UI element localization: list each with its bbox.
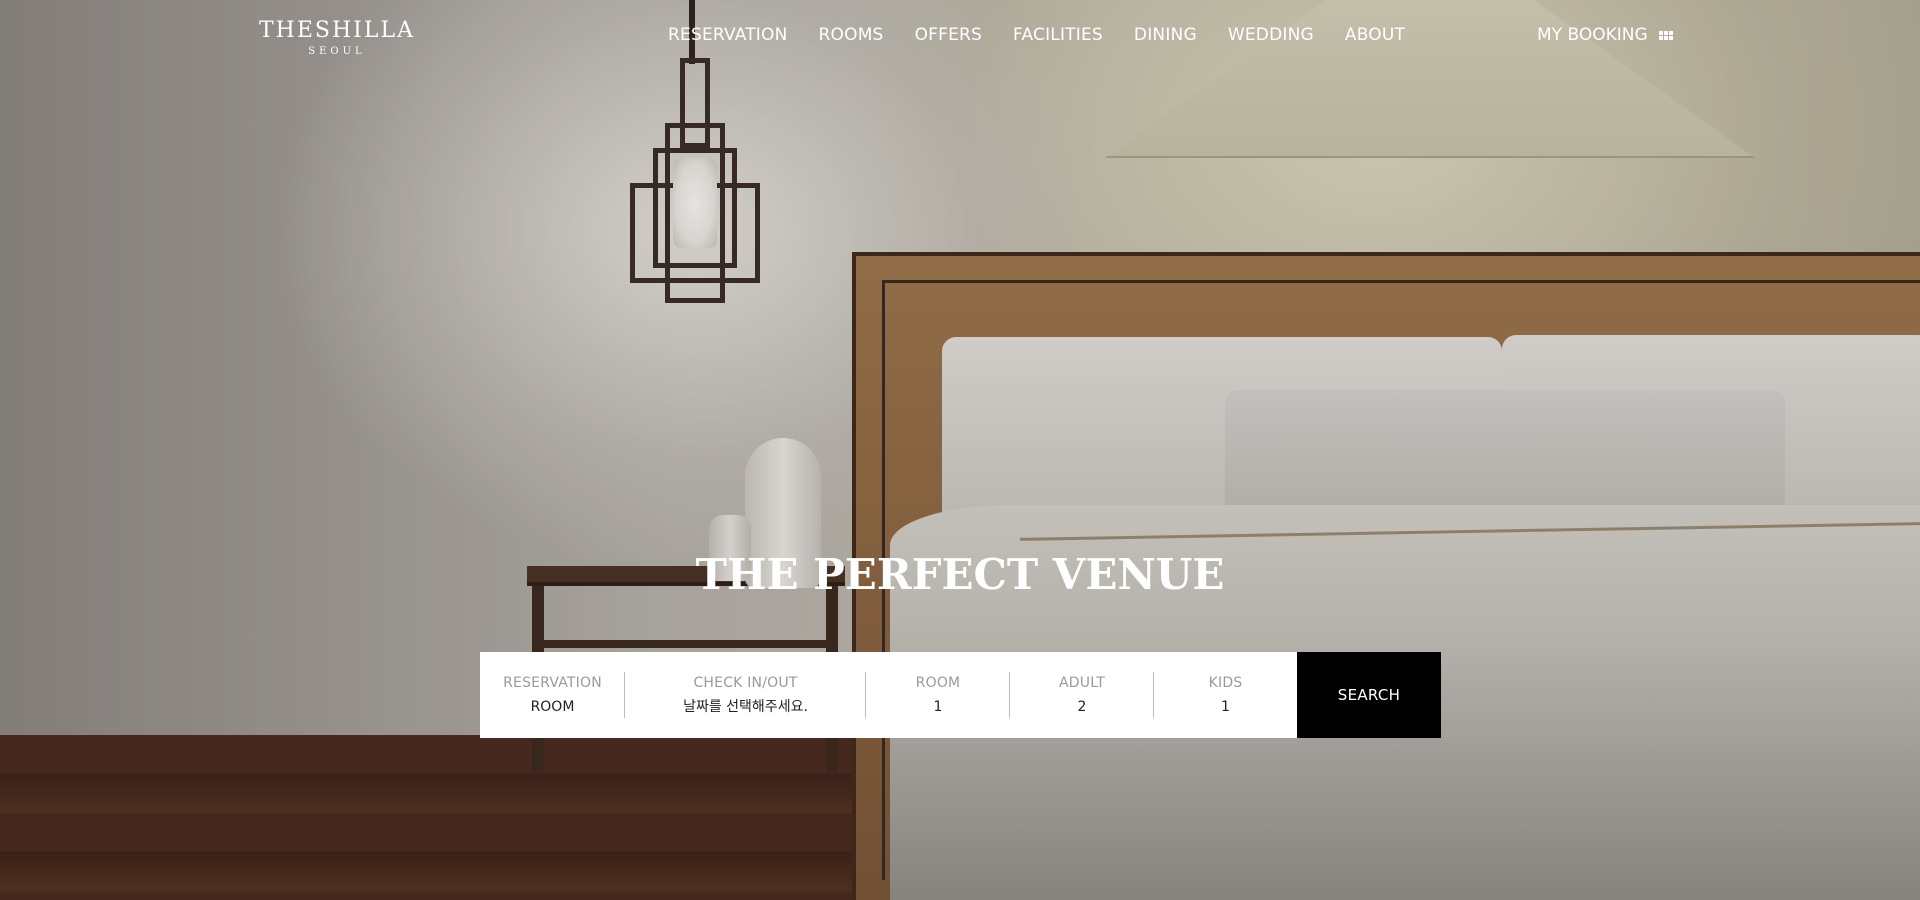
room-label: ROOM xyxy=(915,675,961,691)
kids-value: 1 xyxy=(1221,699,1230,715)
reservation-value: ROOM xyxy=(530,699,575,715)
nav-item-wedding[interactable]: WEDDING xyxy=(1228,24,1314,46)
adult-count-select[interactable]: ADULT 2 xyxy=(1010,652,1154,738)
brand-logo[interactable]: THESHILLA SEOUL xyxy=(259,18,415,58)
search-button[interactable]: SEARCH xyxy=(1297,652,1441,738)
site-header: THESHILLA SEOUL RESERVATION ROOMS OFFERS… xyxy=(0,0,1920,70)
kids-count-select[interactable]: KIDS 1 xyxy=(1154,652,1297,738)
nav-item-offers[interactable]: OFFERS xyxy=(915,24,982,46)
brand-city: SEOUL xyxy=(308,46,366,57)
nav-item-reservation[interactable]: RESERVATION xyxy=(668,24,788,46)
adult-value: 2 xyxy=(1077,699,1087,715)
nav-item-dining[interactable]: DINING xyxy=(1134,24,1197,46)
reservation-type-select[interactable]: RESERVATION ROOM xyxy=(480,652,625,738)
main-nav: RESERVATION ROOMS OFFERS FACILITIES DINI… xyxy=(668,24,1436,46)
room-count-select[interactable]: ROOM 1 xyxy=(866,652,1010,738)
nav-item-about[interactable]: ABOUT xyxy=(1345,24,1405,46)
hero-background xyxy=(0,0,1920,900)
reservation-label: RESERVATION xyxy=(503,675,602,691)
hero-overlay xyxy=(0,0,1920,900)
my-booking-link[interactable]: MY BOOKING xyxy=(1537,24,1673,46)
check-in-out-value: 날짜를 선택해주세요. xyxy=(683,699,808,715)
nav-item-facilities[interactable]: FACILITIES xyxy=(1013,24,1103,46)
kids-label: KIDS xyxy=(1208,675,1243,691)
check-in-out-picker[interactable]: CHECK IN/OUT 날짜를 선택해주세요. xyxy=(625,652,866,738)
nav-item-rooms[interactable]: ROOMS xyxy=(819,24,884,46)
adult-label: ADULT xyxy=(1058,675,1106,691)
room-value: 1 xyxy=(933,699,943,715)
check-in-out-label: CHECK IN/OUT xyxy=(693,675,798,691)
my-booking-label: MY BOOKING xyxy=(1537,25,1648,45)
brand-name: THESHILLA xyxy=(259,18,415,43)
booking-bar: RESERVATION ROOM CHECK IN/OUT 날짜를 선택해주세요… xyxy=(480,652,1441,738)
grid-icon[interactable] xyxy=(1658,30,1673,40)
hero-headline: THE PERFECT VENUE xyxy=(695,550,1225,599)
